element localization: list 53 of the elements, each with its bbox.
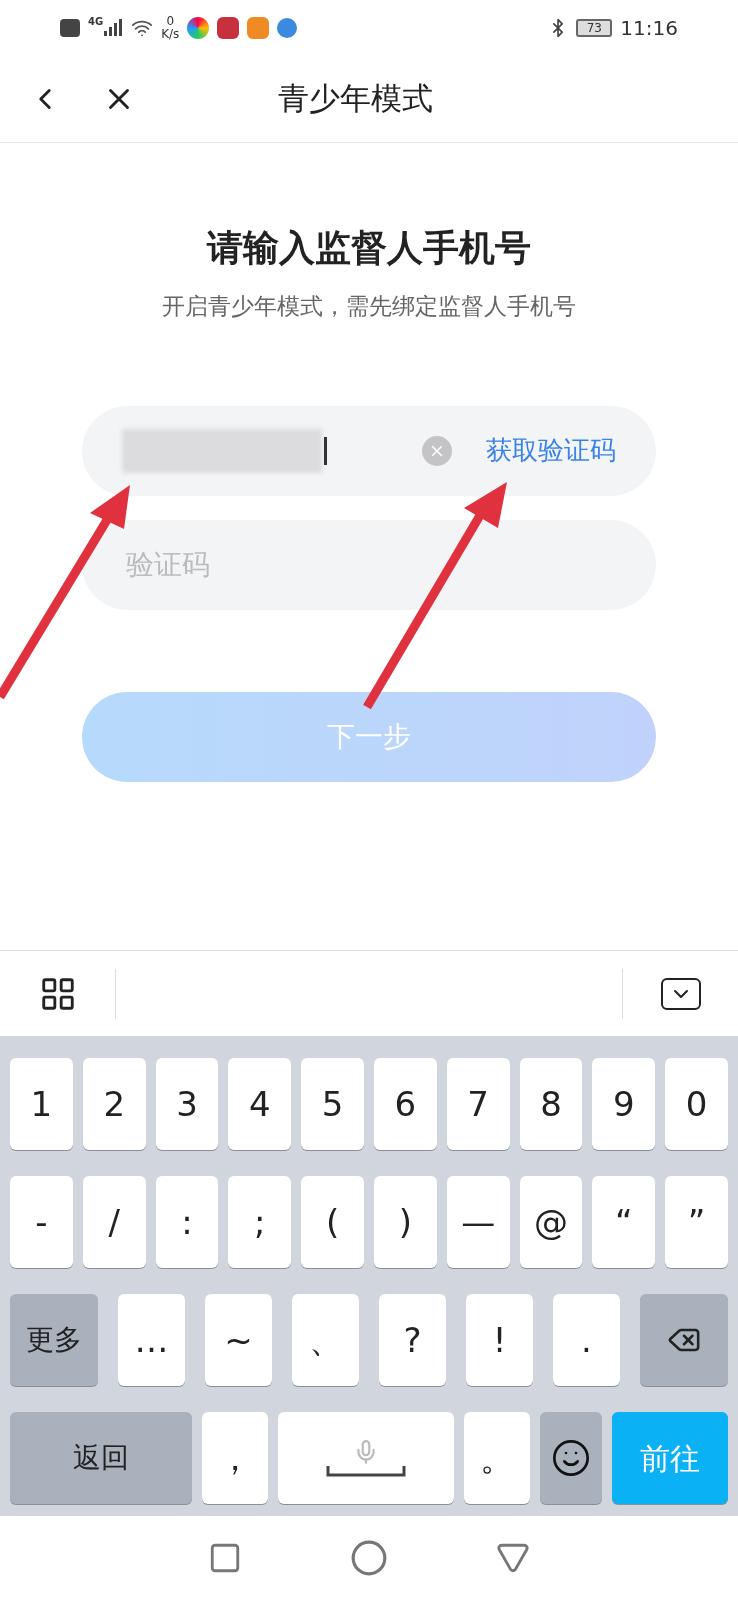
keyboard-key[interactable]: ， xyxy=(202,1412,268,1504)
keyboard-key[interactable]: ? xyxy=(379,1294,446,1386)
app-icon xyxy=(187,16,210,39)
home-icon[interactable] xyxy=(350,1539,388,1577)
keyboard-key[interactable]: 4 xyxy=(228,1058,292,1150)
emoji-key[interactable] xyxy=(540,1412,602,1504)
keyboard-key[interactable]: @ xyxy=(519,1176,583,1268)
keyboard-key[interactable]: ~ xyxy=(205,1294,272,1386)
status-time: 11:16 xyxy=(620,14,678,42)
hd-badge-icon xyxy=(60,18,80,37)
keyboard-key[interactable]: 9 xyxy=(592,1058,656,1150)
keyboard-key[interactable]: ; xyxy=(228,1176,292,1268)
keyboard-key[interactable]: 。 xyxy=(464,1412,530,1504)
backspace-key[interactable] xyxy=(640,1294,728,1386)
keyboard-key[interactable]: 0 xyxy=(665,1058,728,1150)
keyboard-key[interactable]: ” xyxy=(665,1176,728,1268)
keyboard-key[interactable]: : xyxy=(155,1176,219,1268)
network-label: 4G xyxy=(88,15,104,29)
keyboard-key[interactable]: 、 xyxy=(292,1294,359,1386)
app-icon xyxy=(217,16,240,39)
keyboard-key[interactable]: ! xyxy=(466,1294,533,1386)
hide-keyboard-icon[interactable] xyxy=(660,977,701,1010)
keyboard-key[interactable]: “ xyxy=(592,1176,656,1268)
keyboard-key[interactable]: 3 xyxy=(155,1058,219,1150)
text-cursor xyxy=(324,436,327,465)
keyboard-key[interactable]: ) xyxy=(374,1176,437,1268)
more-key[interactable]: 更多 xyxy=(10,1294,98,1386)
keyboard-key[interactable]: 8 xyxy=(519,1058,583,1150)
heading: 请输入监督人手机号 xyxy=(205,226,532,270)
space-icon xyxy=(326,1465,406,1477)
keyboard-key[interactable]: … xyxy=(118,1294,185,1386)
battery-icon: 73 xyxy=(576,18,613,37)
keyboard-key[interactable]: — xyxy=(446,1176,510,1268)
recent-apps-icon[interactable] xyxy=(208,1541,242,1575)
keyboard-key[interactable]: 6 xyxy=(374,1058,437,1150)
keyboard-key[interactable]: . xyxy=(553,1294,620,1386)
page-title: 青少年模式 xyxy=(278,79,433,119)
keyboard-key[interactable]: 1 xyxy=(10,1058,73,1150)
space-key[interactable] xyxy=(278,1412,454,1504)
keyboard-key[interactable]: 2 xyxy=(82,1058,146,1150)
keyboard-key[interactable]: ( xyxy=(301,1176,364,1268)
back-key[interactable]: 返回 xyxy=(10,1412,192,1504)
subtitle: 开启青少年模式，需先绑定监督人手机号 xyxy=(161,292,577,321)
keyboard-key[interactable]: - xyxy=(10,1176,73,1268)
back-nav-icon[interactable] xyxy=(496,1541,530,1575)
speed-value: 0 xyxy=(166,14,175,28)
speed-unit: K/s xyxy=(161,27,180,41)
signal-icon xyxy=(103,18,124,37)
smiley-icon xyxy=(551,1438,591,1478)
keyboard-key[interactable]: 7 xyxy=(446,1058,510,1150)
keyboard-key[interactable]: / xyxy=(82,1176,146,1268)
keyboard-key[interactable]: 5 xyxy=(301,1058,364,1150)
code-field[interactable]: 验证码 xyxy=(82,519,656,610)
